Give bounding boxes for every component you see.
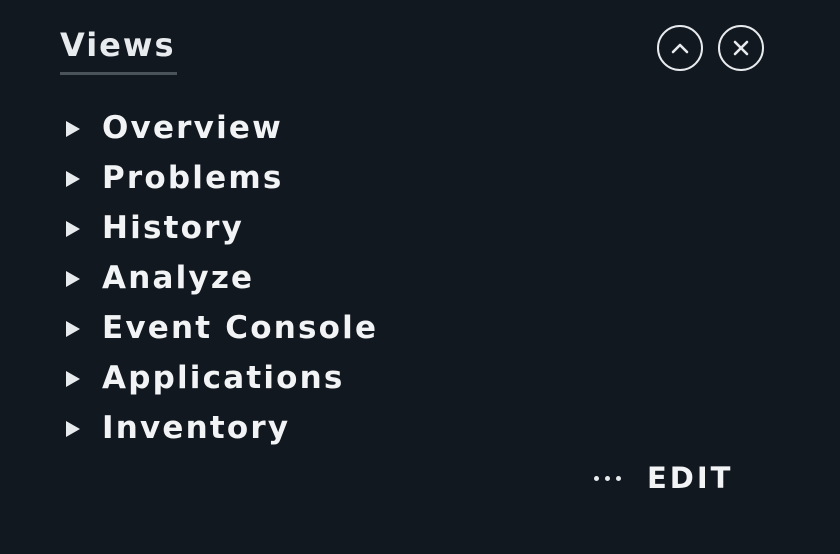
menu-item-problems[interactable]: Problems xyxy=(66,153,378,203)
menu-item-label: Event Console xyxy=(102,310,379,346)
menu-item-analyze[interactable]: Analyze xyxy=(66,253,378,303)
menu-item-applications[interactable]: Applications xyxy=(66,353,378,403)
chevron-up-icon xyxy=(671,43,689,54)
panel-footer: EDIT xyxy=(594,458,733,498)
expand-triangle-icon[interactable] xyxy=(66,120,80,137)
more-dots-icon xyxy=(594,475,599,481)
views-menu: Overview Problems History Analyze Event … xyxy=(66,103,378,453)
menu-item-label: Overview xyxy=(102,110,283,146)
menu-item-overview[interactable]: Overview xyxy=(66,103,378,153)
more-dots-icon xyxy=(605,475,610,481)
close-button[interactable] xyxy=(718,25,764,71)
views-panel: Views Overview Problems History Analyze … xyxy=(0,0,840,554)
panel-title: Views xyxy=(60,24,178,75)
expand-triangle-icon[interactable] xyxy=(66,270,80,287)
menu-item-inventory[interactable]: Inventory xyxy=(66,403,378,453)
menu-item-label: Inventory xyxy=(102,410,291,446)
panel-header: Views xyxy=(60,24,178,75)
close-icon xyxy=(733,40,749,56)
edit-button[interactable]: EDIT xyxy=(647,458,733,498)
more-dots-icon xyxy=(616,475,621,481)
collapse-button[interactable] xyxy=(657,25,703,71)
menu-item-label: Analyze xyxy=(102,260,255,296)
expand-triangle-icon[interactable] xyxy=(66,420,80,437)
menu-item-label: Applications xyxy=(102,360,345,396)
expand-triangle-icon[interactable] xyxy=(66,220,80,237)
expand-triangle-icon[interactable] xyxy=(66,320,80,337)
menu-item-label: History xyxy=(102,210,245,246)
menu-item-label: Problems xyxy=(102,160,284,196)
expand-triangle-icon[interactable] xyxy=(66,170,80,187)
menu-item-history[interactable]: History xyxy=(66,203,378,253)
expand-triangle-icon[interactable] xyxy=(66,370,80,387)
header-actions xyxy=(657,25,764,71)
more-options-button[interactable] xyxy=(594,475,621,481)
menu-item-event-console[interactable]: Event Console xyxy=(66,303,378,353)
